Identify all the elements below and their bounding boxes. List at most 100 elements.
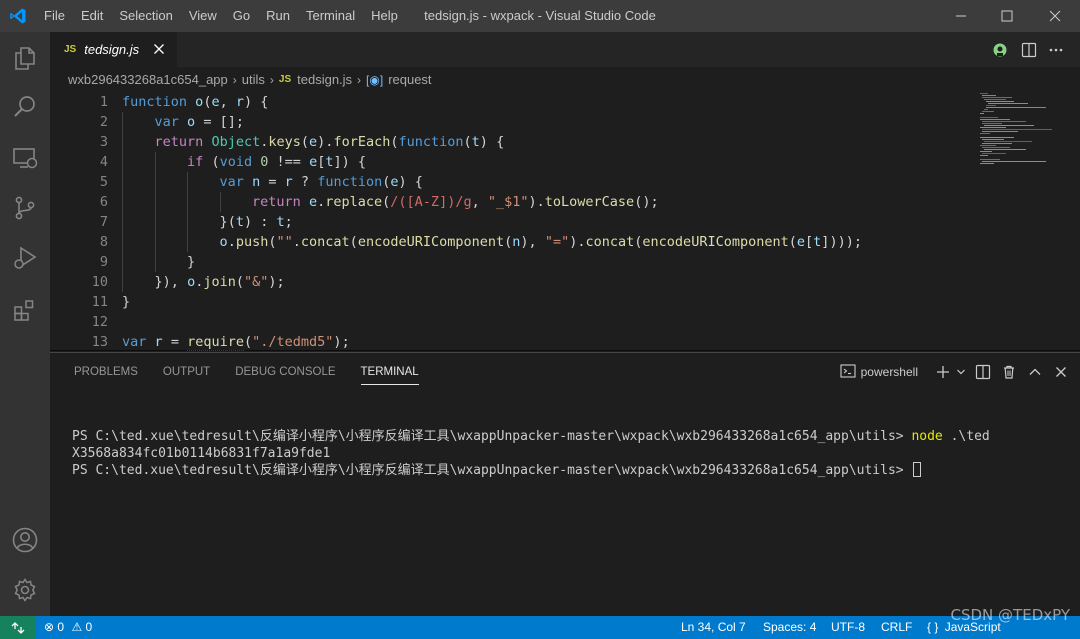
- bottom-panel: PROBLEMS OUTPUT DEBUG CONSOLE TERMINAL p…: [50, 352, 1080, 616]
- panel-tabs: PROBLEMS OUTPUT DEBUG CONSOLE TERMINAL: [74, 353, 444, 391]
- minimap-line: [980, 133, 990, 134]
- split-editor-icon[interactable]: [1019, 40, 1039, 60]
- minimap-line: [982, 97, 1012, 98]
- tab-problems[interactable]: PROBLEMS: [74, 353, 138, 391]
- line-number: 4: [99, 154, 108, 170]
- menu-go[interactable]: Go: [225, 0, 258, 32]
- eol-status[interactable]: CRLF: [881, 616, 912, 639]
- minimap-line: [980, 145, 996, 146]
- code-lines: function o(e, r) { var o = []; return Ob…: [122, 92, 972, 351]
- watermark: CSDN @TEDxPY: [950, 606, 1070, 624]
- menu-terminal[interactable]: Terminal: [298, 0, 363, 32]
- minimize-button[interactable]: [938, 0, 984, 32]
- chevron-right-icon: ›: [232, 72, 237, 87]
- minimap-line: [982, 111, 994, 112]
- code-line: o.push("".concat(encodeURIComponent(n), …: [122, 232, 972, 252]
- code-line: }), o.join("&");: [122, 272, 972, 292]
- tab-label: tedsign.js: [84, 42, 140, 57]
- close-window-button[interactable]: [1032, 0, 1078, 32]
- minimap-line: [988, 103, 1028, 104]
- manage-gear-icon[interactable]: [0, 566, 50, 614]
- minimap-line: [980, 159, 1000, 160]
- line-number: 1: [99, 94, 108, 110]
- menu-help[interactable]: Help: [363, 0, 406, 32]
- terminal-line: PS C:\ted.xue\tedresult\反编译小程序\小程序反编译工具\…: [72, 429, 1072, 446]
- maximize-button[interactable]: [984, 0, 1030, 32]
- more-actions-icon[interactable]: [1046, 40, 1066, 60]
- tab-output[interactable]: OUTPUT: [163, 353, 210, 391]
- line-number: 2: [99, 114, 108, 130]
- minimap-line: [982, 143, 1012, 144]
- minimap-line: [984, 109, 988, 110]
- terminal-prompt: PS C:\ted.xue\tedresult\反编译小程序\小程序反编译工具\…: [72, 429, 912, 444]
- code-line: }(t) : t;: [122, 212, 972, 232]
- explorer-icon[interactable]: [0, 34, 50, 82]
- minimap[interactable]: [976, 92, 1066, 172]
- new-terminal-icon[interactable]: [932, 361, 954, 383]
- vscode-logo-icon: [0, 0, 36, 32]
- minimap-line: [980, 155, 988, 156]
- go-live-icon[interactable]: [990, 40, 1010, 60]
- line-number: 5: [99, 174, 108, 190]
- split-terminal-icon[interactable]: [972, 361, 994, 383]
- breadcrumb-folder[interactable]: wxb296433268a1c654_app: [68, 72, 228, 87]
- extensions-icon[interactable]: [0, 286, 50, 334]
- minimap-line: [982, 147, 1010, 148]
- minimap-line: [982, 153, 1006, 154]
- title-bar: File Edit Selection View Go Run Terminal…: [0, 0, 1080, 32]
- menu-view[interactable]: View: [181, 0, 225, 32]
- close-panel-icon[interactable]: [1050, 361, 1072, 383]
- search-icon[interactable]: [0, 83, 50, 131]
- minimap-line: [982, 161, 1046, 162]
- minimap-line: [986, 105, 996, 106]
- breadcrumb: wxb296433268a1c654_app › utils › JS teds…: [50, 67, 1080, 92]
- code-line: var n = r ? function(e) {: [122, 172, 972, 192]
- menu-edit[interactable]: Edit: [73, 0, 111, 32]
- chevron-down-icon[interactable]: [954, 361, 968, 383]
- source-control-icon[interactable]: [0, 184, 50, 232]
- terminal-command: node: [911, 429, 943, 444]
- minimap-line: [986, 101, 1014, 102]
- breadcrumb-file[interactable]: tedsign.js: [297, 72, 352, 87]
- problems-status[interactable]: ⊗ 0 ⚠ 0: [44, 616, 92, 639]
- shell-selector[interactable]: powershell: [840, 363, 918, 382]
- line-number: 13: [91, 334, 108, 350]
- breadcrumb-folder[interactable]: utils: [242, 72, 265, 87]
- trash-icon[interactable]: [998, 361, 1020, 383]
- line-number-gutter: 1 2 3 4 5 6 7 8 9 10 11 12 13: [50, 92, 108, 351]
- minimap-line: [982, 139, 1004, 140]
- breadcrumb-symbol[interactable]: request: [388, 72, 431, 87]
- remote-indicator-icon[interactable]: [0, 616, 36, 639]
- line-number: 9: [99, 254, 108, 270]
- panel-actions: powershell: [840, 360, 1072, 384]
- error-count: 0: [57, 620, 65, 634]
- indentation-status[interactable]: Spaces: 4: [763, 616, 816, 639]
- language-icon: { }: [927, 620, 939, 634]
- code-editor[interactable]: 1 2 3 4 5 6 7 8 9 10 11 12 13 function o…: [50, 92, 1080, 351]
- menu-bar: File Edit Selection View Go Run Terminal…: [36, 0, 406, 32]
- maximize-panel-icon[interactable]: [1024, 361, 1046, 383]
- close-tab-icon[interactable]: [151, 41, 167, 57]
- menu-run[interactable]: Run: [258, 0, 298, 32]
- minimap-line: [984, 99, 1006, 100]
- terminal-output[interactable]: PS C:\ted.xue\tedresult\反编译小程序\小程序反编译工具\…: [72, 429, 1072, 480]
- minimap-line: [986, 107, 1046, 108]
- minimap-line: [980, 119, 1010, 120]
- encoding-status[interactable]: UTF-8: [831, 616, 865, 639]
- line-number: 11: [91, 294, 108, 310]
- run-debug-icon[interactable]: [0, 234, 50, 282]
- code-line: return e.replace(/([A-Z])/g, "_$1").toLo…: [122, 192, 972, 212]
- remote-explorer-icon[interactable]: [0, 134, 50, 182]
- tab-terminal[interactable]: TERMINAL: [360, 353, 419, 391]
- minimap-line: [980, 113, 984, 114]
- line-number: 6: [99, 194, 108, 210]
- minimap-line: [984, 141, 1032, 142]
- menu-file[interactable]: File: [36, 0, 73, 32]
- menu-selection[interactable]: Selection: [111, 0, 180, 32]
- tab-debug-console[interactable]: DEBUG CONSOLE: [235, 353, 335, 391]
- accounts-icon[interactable]: [0, 516, 50, 564]
- chevron-right-icon: ›: [269, 72, 274, 87]
- tab-tedsign-js[interactable]: JS tedsign.js: [50, 32, 177, 67]
- cursor-position[interactable]: Ln 34, Col 7: [681, 616, 746, 639]
